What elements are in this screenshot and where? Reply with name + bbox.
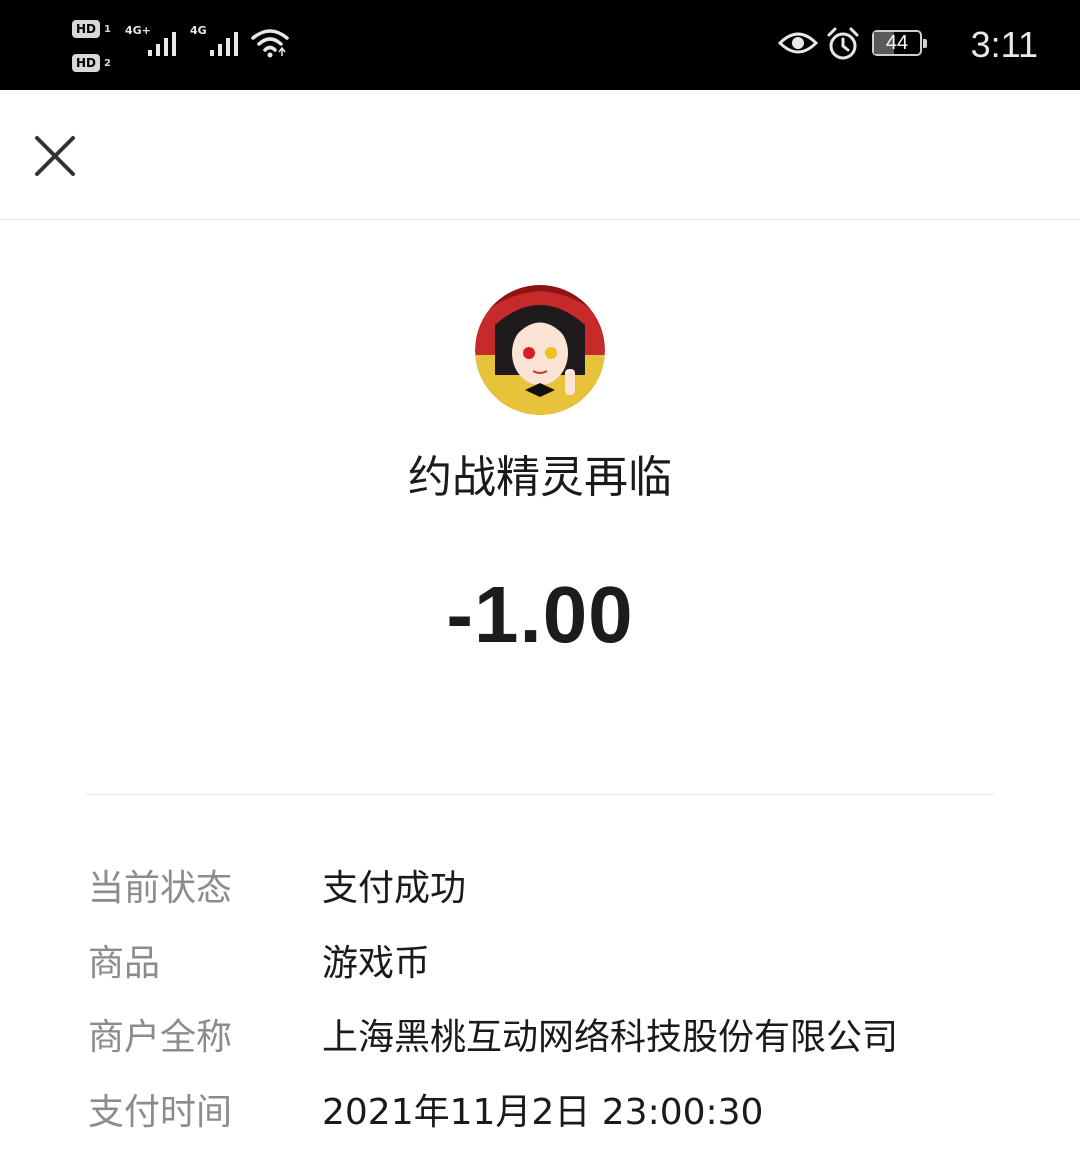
detail-label: 商品 [88, 943, 161, 984]
detail-label: 商户全称 [88, 1017, 233, 1058]
hd-volte-icon: HD [72, 20, 100, 38]
detail-row-product: 商品 游戏币 [88, 936, 1048, 992]
detail-value: 支付成功 [322, 868, 467, 909]
merchant-name: 约战精灵再临 [408, 452, 672, 503]
hd-volte-icon-2: HD [72, 54, 100, 72]
alarm-icon [827, 27, 859, 60]
battery-percent: 44 [885, 32, 909, 54]
detail-row-payment-time: 支付时间 2021年11月2日 23:00:30 [88, 1085, 1048, 1141]
detail-value: 2021年11月2日 23:00:30 [322, 1092, 764, 1133]
merchant-avatar [475, 285, 605, 415]
payment-amount: -1.00 [446, 570, 634, 659]
nav-header [0, 90, 1080, 220]
sim2-number: 2 [104, 58, 111, 69]
status-bar: HD 1 HD 2 4G+ 4G 44 3:11 [0, 0, 1080, 90]
wifi-icon [251, 29, 289, 58]
detail-value: 游戏币 [322, 943, 431, 984]
sim1-number: 1 [104, 24, 111, 35]
divider [86, 794, 994, 795]
clock: 3:11 [970, 24, 1038, 65]
signal-icon-2 [210, 32, 238, 56]
close-icon[interactable] [20, 120, 90, 190]
eye-comfort-icon [778, 32, 818, 54]
detail-label: 支付时间 [88, 1092, 233, 1133]
detail-value[interactable]: 上海黑桃互动网络科技股份有限公司 [322, 1010, 898, 1066]
detail-row-status: 当前状态 支付成功 [88, 861, 1048, 917]
signal-icon [148, 32, 176, 56]
detail-label: 当前状态 [88, 868, 233, 909]
avatar-image [475, 285, 605, 415]
detail-row-merchant-fullname: 商户全称 上海黑桃互动网络科技股份有限公司 [88, 1010, 1048, 1066]
battery-icon: 44 [872, 30, 927, 56]
network-type-2: 4G [190, 24, 207, 37]
